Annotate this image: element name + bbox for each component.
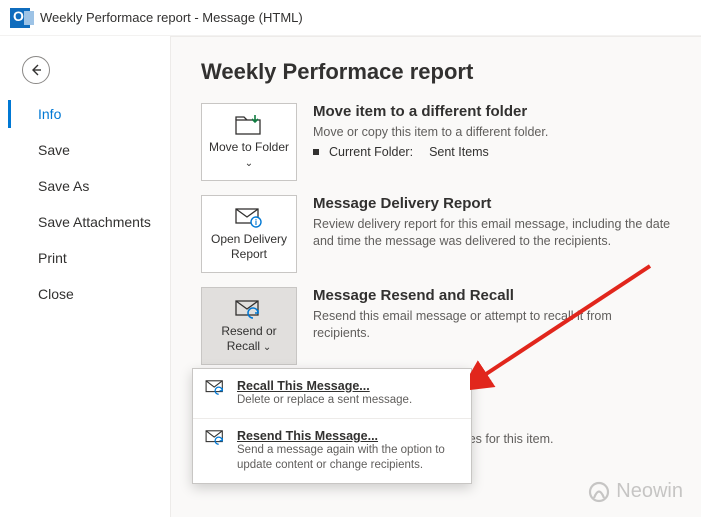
resend-or-recall-button[interactable]: Resend or Recall — [201, 287, 297, 365]
sidebar-item-label: Save Attachments — [38, 214, 151, 230]
envelope-refresh-icon — [235, 298, 263, 320]
outlook-icon — [10, 8, 30, 28]
move-to-folder-button[interactable]: Move to Folder — [201, 103, 297, 181]
sidebar-item-save-attachments[interactable]: Save Attachments — [0, 204, 170, 240]
sidebar-item-label: Info — [38, 106, 61, 122]
sidebar-item-label: Close — [38, 286, 74, 302]
section-title: Message Resend and Recall — [313, 287, 671, 304]
popup-item-desc: Send a message again with the option to … — [237, 443, 459, 473]
bullet-icon — [313, 149, 319, 155]
sidebar-item-label: Save As — [38, 178, 89, 194]
tile-label: Open Delivery Report — [206, 232, 292, 262]
open-delivery-report-button[interactable]: i Open Delivery Report — [201, 195, 297, 273]
current-folder-value: Sent Items — [429, 145, 489, 159]
popup-item-desc: Delete or replace a sent message. — [237, 393, 412, 408]
section-title: Message Delivery Report — [313, 195, 671, 212]
page-title: Weekly Performace report — [201, 59, 671, 85]
sidebar-item-save[interactable]: Save — [0, 132, 170, 168]
window-title: Weekly Performace report - Message (HTML… — [40, 10, 303, 25]
sidebar-item-print[interactable]: Print — [0, 240, 170, 276]
sidebar-item-label: Save — [38, 142, 70, 158]
sidebar-item-label: Print — [38, 250, 67, 266]
section-title: Move item to a different folder — [313, 103, 671, 120]
title-bar: Weekly Performace report - Message (HTML… — [0, 0, 701, 36]
section-delivery: i Open Delivery Report Message Delivery … — [201, 195, 671, 273]
current-folder-label: Current Folder: — [329, 145, 413, 159]
envelope-refresh-icon — [205, 429, 227, 447]
section-desc: Review delivery report for this email me… — [313, 216, 671, 250]
back-button[interactable] — [22, 56, 50, 84]
resend-this-message-item[interactable]: Resend This Message... Send a message ag… — [193, 419, 471, 483]
tile-label: Resend or Recall — [206, 324, 292, 355]
sidebar-item-close[interactable]: Close — [0, 276, 170, 312]
svg-text:i: i — [255, 218, 257, 227]
section-desc: Resend this email message or attempt to … — [313, 308, 671, 342]
popup-item-title: Resend This Message... — [237, 429, 459, 443]
neowin-logo-icon — [588, 481, 610, 503]
recall-this-message-item[interactable]: Recall This Message... Delete or replace… — [193, 369, 471, 419]
section-move: Move to Folder Move item to a different … — [201, 103, 671, 181]
sidebar-item-save-as[interactable]: Save As — [0, 168, 170, 204]
popup-item-title: Recall This Message... — [237, 379, 412, 393]
section-desc: Move or copy this item to a different fo… — [313, 124, 671, 141]
sidebar: Info Save Save As Save Attachments Print… — [0, 96, 170, 312]
tile-label: Move to Folder — [206, 140, 292, 171]
envelope-info-icon: i — [235, 206, 263, 228]
watermark-text: Neowin — [616, 480, 683, 503]
sidebar-item-info[interactable]: Info — [0, 96, 170, 132]
watermark: Neowin — [588, 480, 683, 503]
back-arrow-icon — [29, 63, 43, 77]
section-resend-recall: Resend or Recall Message Resend and Reca… — [201, 287, 671, 365]
folder-download-icon — [235, 114, 263, 136]
envelope-refresh-icon — [205, 379, 227, 397]
resend-recall-menu: Recall This Message... Delete or replace… — [192, 368, 472, 484]
